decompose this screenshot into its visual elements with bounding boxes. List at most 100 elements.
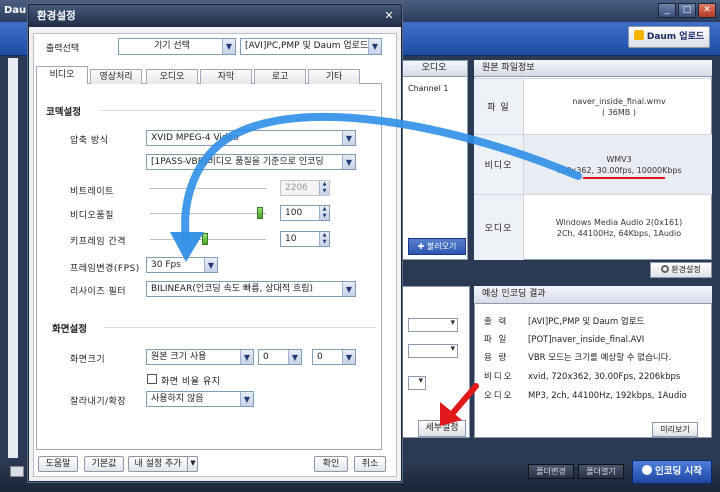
codec-section-title: 코덱설정 <box>46 107 81 118</box>
option-dropdown-1[interactable] <box>408 318 458 332</box>
close-icon[interactable]: ✕ <box>698 3 716 18</box>
bitrate-slider[interactable] <box>150 188 266 190</box>
tab-etc[interactable]: 기타 <box>308 69 360 85</box>
compression-select[interactable]: XVID MPEG-4 Video ▼ <box>146 130 356 146</box>
compression-select-value: XVID MPEG-4 Video <box>151 133 239 143</box>
keep-ratio-label: 화면 비율 유지 <box>161 377 221 387</box>
encode-start-button[interactable]: 인코딩 시작 <box>632 460 712 484</box>
chevron-down-icon[interactable]: ▼ <box>187 456 198 472</box>
bitrate-input[interactable]: 2206 ▲ ▼ <box>280 180 330 196</box>
resize-filter-select[interactable]: BILINEAR(인코딩 속도 빠름, 상대적 흐림) ▼ <box>146 281 356 297</box>
list-header-audio[interactable]: 오디오 <box>400 60 468 77</box>
tab-image-processing[interactable]: 영상처리 <box>90 69 142 85</box>
video-spec-text: 720x362, 30.00fps, 10000Kbps <box>556 165 682 175</box>
crop-select[interactable]: 사용하지 않음 ▼ <box>146 391 254 407</box>
daum-upload-button[interactable]: Daum 업로드 <box>628 26 710 48</box>
estimate-row-output: 출 력 [AVI]PC,PMP 및 Daum 업로드 <box>484 316 644 328</box>
fps-red-underline <box>583 177 665 179</box>
gear-icon <box>661 265 670 273</box>
keep-ratio-checkbox[interactable] <box>147 374 157 384</box>
tab-audio[interactable]: 오디오 <box>146 69 198 85</box>
estimate-row-size: 용 량 VBR 모드는 크기를 예상할 수 없습니다. <box>484 352 671 364</box>
minimize-icon[interactable]: _ <box>658 3 676 18</box>
estimate-key: 용 량 <box>484 353 509 363</box>
add-my-setting-button[interactable]: 내 설정 추가 ▼ <box>128 456 198 472</box>
list-cell-channel[interactable]: Channel 1 <box>408 84 448 93</box>
option-dropdown-2[interactable] <box>408 344 458 358</box>
section-divider <box>100 110 376 111</box>
folder-icon[interactable] <box>10 466 24 477</box>
chevron-down-icon: ▼ <box>204 258 217 272</box>
quality-value: 100 <box>285 208 303 218</box>
fps-label: 프레임변경(FPS) <box>70 264 140 274</box>
cancel-button[interactable]: 취소 <box>354 456 386 472</box>
keyframe-value: 10 <box>285 234 297 244</box>
folder-open-button[interactable]: 폴더열기 <box>578 464 624 479</box>
quality-slider[interactable] <box>150 213 266 215</box>
output-select-label: 출력선택 <box>46 44 80 54</box>
bitrate-label: 비트레이트 <box>70 187 114 197</box>
settings-button[interactable]: 환경설정 <box>650 262 712 278</box>
resize-filter-label: 리사이즈 필터 <box>70 287 127 297</box>
screen-section-title: 화면설정 <box>52 324 87 335</box>
format-select[interactable]: [AVI]PC,PMP 및 Daum 업로드 ▼ <box>240 38 382 55</box>
source-info-header: 원본 파일정보 <box>474 60 712 77</box>
estimate-row-video: 비디오 xvid, 720x362, 30.00Fps, 2206kbps <box>484 371 680 383</box>
estimate-value: [POT]naver_inside_final.AVI <box>528 335 645 345</box>
option-dropdown-3[interactable] <box>408 376 426 390</box>
load-button[interactable]: ✚ 불러오기 <box>408 238 466 255</box>
chevron-down-icon: ▼ <box>342 282 355 296</box>
default-button[interactable]: 기본값 <box>84 456 124 472</box>
audio-spec-text: 2Ch, 44100Hz, 64Kbps, 1Audio <box>556 228 682 238</box>
close-icon[interactable]: ✕ <box>383 10 395 22</box>
estimate-row-audio: 오디오 MP3, 2ch, 44100Hz, 192kbps, 1Audio <box>484 390 687 402</box>
tab-logo[interactable]: 로고 <box>254 69 306 85</box>
keyframe-slider[interactable] <box>150 239 266 241</box>
info-value-video: WMV3 720x362, 30.00fps, 10000Kbps <box>530 135 708 194</box>
preview-button[interactable]: 미리보기 <box>652 422 698 437</box>
ok-button[interactable]: 확인 <box>314 456 348 472</box>
crop-value: 사용하지 않음 <box>151 394 204 404</box>
chevron-down-icon: ▼ <box>222 39 235 54</box>
folder-change-button[interactable]: 폴더변경 <box>528 464 574 479</box>
load-label: 불러오기 <box>426 242 457 251</box>
dialog-titlebar[interactable]: 환경설정 ✕ <box>29 5 401 27</box>
crop-label: 잘라내기/확장 <box>70 397 127 407</box>
help-button[interactable]: 도움말 <box>38 456 78 472</box>
maximize-icon[interactable]: □ <box>678 3 696 18</box>
tab-subtitle[interactable]: 자막 <box>200 69 252 85</box>
chevron-down-icon: ▼ <box>342 155 355 169</box>
estimate-key: 출 력 <box>484 317 509 327</box>
info-key-file: 파 일 <box>474 79 524 134</box>
tab-video[interactable]: 비디오 <box>36 66 88 85</box>
spinner-arrows-icon[interactable]: ▲ ▼ <box>319 232 329 246</box>
screen-size-value: 원본 크기 사용 <box>151 352 207 362</box>
settings-tabs: 비디오 영상처리 오디오 자막 로고 기타 <box>36 64 382 85</box>
estimate-value: MP3, 2ch, 44100Hz, 192kbps, 1Audio <box>528 391 687 401</box>
screen-size-select[interactable]: 원본 크기 사용 ▼ <box>146 349 254 365</box>
keyframe-slider-thumb[interactable] <box>202 233 208 245</box>
quality-slider-thumb[interactable] <box>257 207 263 219</box>
file-size-text: ( 36MB ) <box>602 107 636 117</box>
pass-mode-select-value: [1PASS-VBR]비디오 품질을 기준으로 인코딩 <box>151 157 324 167</box>
estimate-value: VBR 모드는 크기를 예상할 수 없습니다. <box>528 353 672 363</box>
pass-mode-select[interactable]: [1PASS-VBR]비디오 품질을 기준으로 인코딩 ▼ <box>146 154 356 170</box>
chevron-down-icon: ▼ <box>342 131 355 145</box>
spinner-arrows-icon[interactable]: ▲ ▼ <box>319 181 329 195</box>
chevron-down-icon: ▼ <box>240 392 253 406</box>
device-select-value: 기기 선택 <box>154 41 190 51</box>
device-select[interactable]: 기기 선택 ▼ <box>118 38 236 55</box>
quality-input[interactable]: 100 ▲ ▼ <box>280 205 330 221</box>
info-row-video: 비디오 WMV3 720x362, 30.00fps, 10000Kbps <box>474 134 712 194</box>
fps-select[interactable]: 30 Fps ▼ <box>146 257 218 273</box>
width-select[interactable]: 0 ▼ <box>258 349 302 365</box>
keyframe-label: 키프레임 간격 <box>70 237 127 247</box>
keyframe-input[interactable]: 10 ▲ ▼ <box>280 231 330 247</box>
detail-settings-button[interactable]: 세부설정 <box>418 420 466 437</box>
height-select[interactable]: 0 ▼ <box>312 349 356 365</box>
spinner-arrows-icon[interactable]: ▲ ▼ <box>319 206 329 220</box>
format-select-value: [AVI]PC,PMP 및 Daum 업로드 <box>245 41 369 51</box>
option-panel <box>400 286 470 438</box>
play-icon <box>641 465 652 475</box>
estimate-header: 예상 인코딩 결과 <box>474 286 712 304</box>
